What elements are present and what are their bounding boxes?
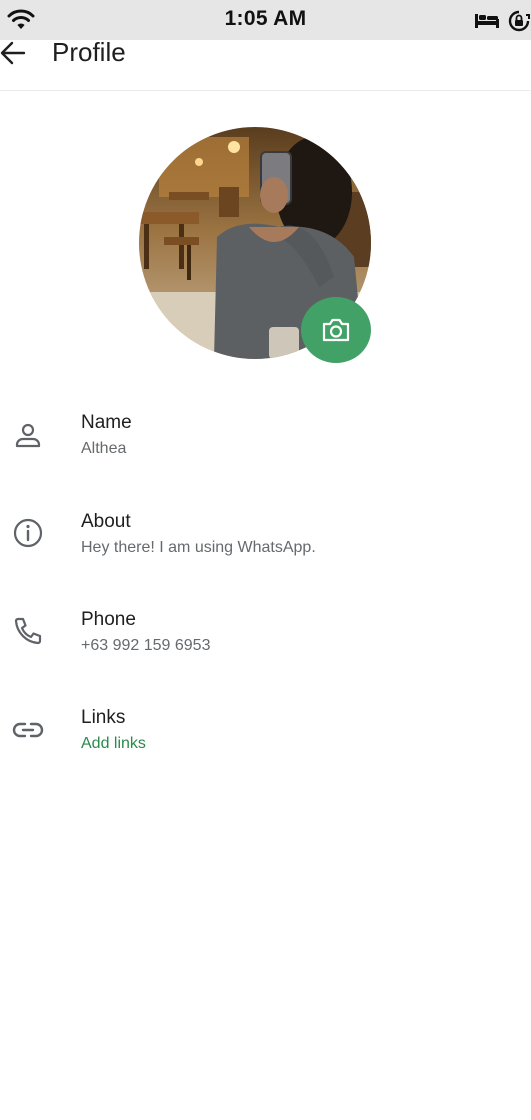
links-row[interactable]: Links Add links (0, 707, 531, 777)
name-row[interactable]: Name Althea (0, 412, 531, 482)
links-label: Links (81, 707, 126, 728)
arrow-left-icon (0, 41, 26, 65)
change-photo-button[interactable] (301, 297, 371, 363)
about-label: About (81, 511, 131, 532)
status-bar: 1:05 AM (0, 0, 531, 40)
lock-rotation-icon (508, 10, 530, 32)
avatar-section (139, 127, 371, 363)
back-button[interactable] (0, 40, 30, 66)
person-icon (15, 423, 41, 448)
app-bar: Profile (0, 37, 531, 91)
camera-icon (322, 318, 350, 342)
name-label: Name (81, 412, 132, 433)
phone-row[interactable]: Phone +63 992 159 6953 (0, 609, 531, 679)
phone-icon (14, 617, 42, 645)
link-icon (12, 722, 44, 738)
add-links-link[interactable]: Add links (81, 735, 146, 753)
name-value: Althea (81, 440, 127, 457)
phone-value: +63 992 159 6953 (81, 637, 211, 654)
about-row[interactable]: About Hey there! I am using WhatsApp. (0, 511, 531, 581)
about-value: Hey there! I am using WhatsApp. (81, 539, 316, 556)
page-title: Profile (52, 37, 126, 67)
phone-label: Phone (81, 609, 136, 630)
status-time: 1:05 AM (224, 7, 307, 30)
info-icon (13, 518, 43, 548)
bed-icon (475, 14, 499, 28)
